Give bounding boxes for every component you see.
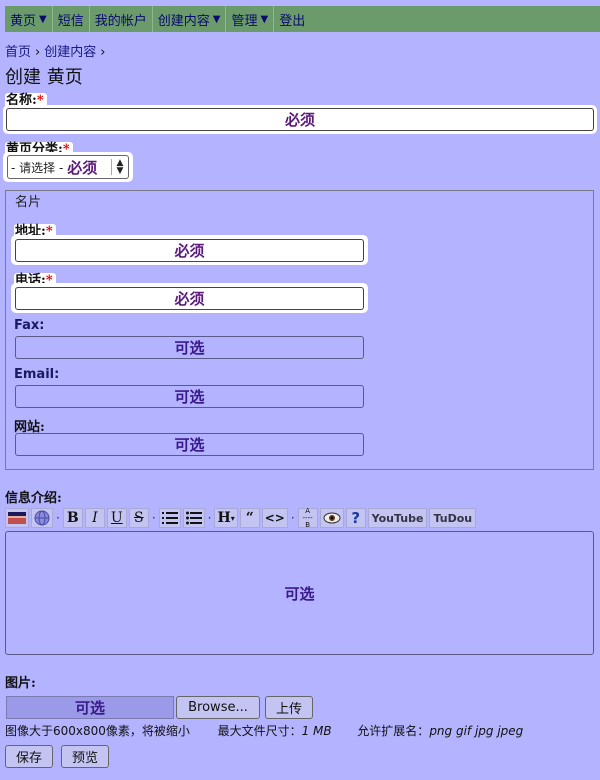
page-title: 创建 黄页 (5, 67, 83, 88)
nav-item-admin[interactable]: 管理 ▼ (226, 6, 275, 32)
bold-button[interactable]: B (62, 508, 83, 528)
heading-button[interactable]: H ▾ (214, 508, 238, 528)
nav-item-label: 登出 (279, 13, 306, 29)
italic-button[interactable]: I (84, 508, 105, 528)
browse-button[interactable]: Browse... (176, 696, 260, 719)
toolbar-separator: · (56, 511, 60, 525)
nav-item-label: 创建内容 (157, 13, 210, 29)
email-input[interactable] (15, 385, 364, 408)
help-max-value: 1 MB (301, 724, 332, 738)
help-max-label: 最大文件尺寸： (217, 724, 302, 738)
category-select[interactable]: - 请选择 - 必须 ▲ ▼ (7, 155, 129, 179)
category-select-value: - 请选择 - (11, 160, 64, 175)
toolbar-separator: · (207, 511, 212, 525)
breadcrumb-home-link[interactable]: 首页 (5, 45, 31, 60)
break-icon[interactable]: A ---- B (297, 507, 318, 528)
toolbar-separator: · (151, 511, 156, 525)
fax-label: Fax: (14, 318, 45, 333)
website-input[interactable] (15, 433, 364, 456)
underline-button[interactable]: U (106, 508, 127, 528)
quote-button[interactable]: “ (239, 508, 260, 528)
dropdown-arrow-icon: ▼ (39, 13, 47, 25)
phone-input[interactable] (15, 287, 364, 310)
card-legend: 名片 (12, 191, 45, 210)
nav-item-label: 管理 (231, 13, 258, 29)
nav-item-messages[interactable]: 短信 (53, 6, 90, 32)
help-icon[interactable]: ? (345, 508, 366, 528)
upload-help-text: 图像大于600x800像素，将被缩小 最大文件尺寸：1 MB 允许扩展名：png… (5, 722, 523, 739)
editor-toolbar: · B I U S · · H ▾ “ <> · A ---- B ? YouTube… (5, 507, 477, 529)
preview-eye-icon[interactable] (319, 508, 344, 528)
nav-item-yellowpages[interactable]: 黄页 ▼ (5, 6, 53, 32)
insert-link-icon[interactable] (31, 508, 53, 528)
upload-button[interactable]: 上传 (265, 696, 313, 719)
nav-item-label: 我的帐户 (94, 13, 147, 29)
name-input[interactable] (6, 108, 594, 131)
address-input[interactable] (15, 239, 364, 262)
help-ext-label: 允许扩展名： (357, 724, 430, 738)
heading-button-label: H (217, 510, 231, 526)
dropdown-arrow-icon: ▼ (212, 13, 221, 25)
image-file-placeholder: 可选 (74, 699, 105, 717)
email-label: Email: (14, 367, 60, 382)
nav-item-create-content[interactable]: 创建内容 ▼ (153, 6, 227, 32)
breadcrumb-separator: › (100, 45, 106, 60)
fax-input[interactable] (15, 336, 364, 359)
select-arrows-icon: ▲ ▼ (111, 159, 128, 176)
code-button[interactable]: <> (261, 508, 288, 528)
category-required-text: 必须 (67, 158, 98, 177)
help-size-text: 图像大于600x800像素，将被缩小 (5, 724, 190, 738)
dropdown-arrow-icon: ▼ (260, 13, 269, 25)
save-button[interactable]: 保存 (5, 745, 53, 768)
unordered-list-icon[interactable] (182, 508, 205, 528)
image-file-input[interactable]: 可选 (6, 696, 174, 719)
toolbar-separator: · (290, 511, 295, 525)
top-nav: 黄页 ▼ 短信 我的帐户 创建内容 ▼ 管理 ▼ 登出 (5, 6, 600, 32)
breadcrumb-create-link[interactable]: 创建内容 (44, 45, 96, 60)
insert-image-icon[interactable] (5, 508, 29, 528)
nav-item-label: 黄页 (10, 13, 37, 29)
card-fieldset (5, 190, 594, 470)
breadcrumb-separator: › (35, 45, 41, 60)
intro-editor-placeholder: 可选 (284, 584, 315, 603)
nav-item-my-account[interactable]: 我的帐户 (90, 6, 153, 32)
tudou-button[interactable]: TuDou (429, 508, 477, 528)
youtube-button[interactable]: YouTube (367, 508, 428, 528)
intro-label: 信息介绍: (5, 491, 62, 506)
preview-button[interactable]: 预览 (61, 745, 109, 768)
help-ext-value: png gif jpg jpeg (429, 724, 524, 738)
ordered-list-icon[interactable] (158, 508, 181, 528)
intro-editor[interactable]: 可选 (5, 531, 594, 655)
strikethrough-button[interactable]: S (128, 508, 149, 528)
breadcrumb: 首页 › 创建内容 › (5, 41, 109, 60)
nav-item-label: 短信 (57, 13, 84, 29)
nav-item-logout[interactable]: 登出 (274, 6, 310, 32)
image-label: 图片: (5, 676, 36, 691)
